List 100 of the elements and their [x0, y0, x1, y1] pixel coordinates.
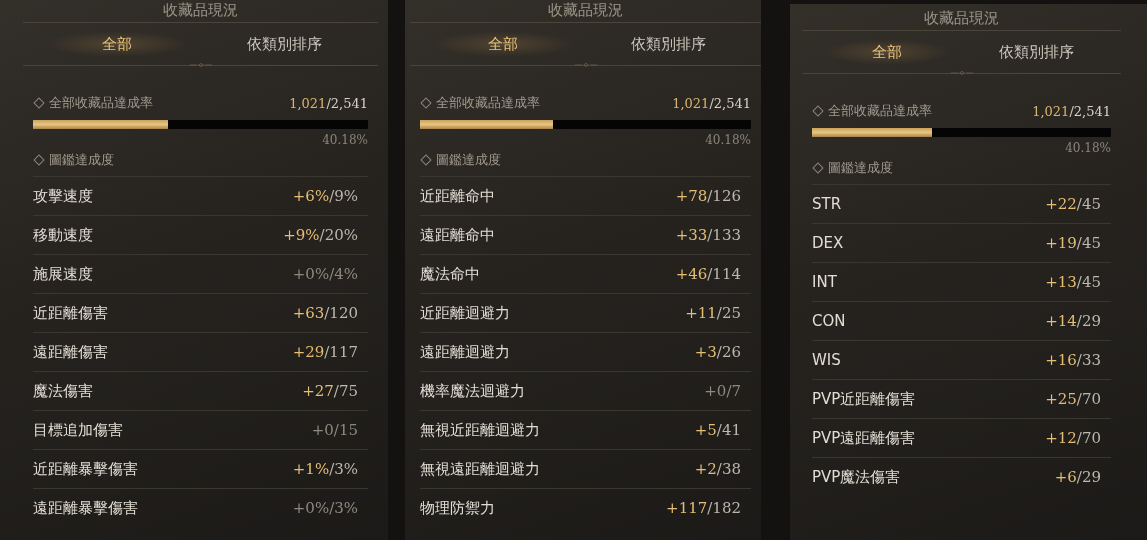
stat-max: /25 [716, 304, 741, 322]
stat-name: 施展速度 [33, 264, 93, 284]
stat-name: 近距離命中 [420, 186, 495, 206]
stat-max: /9% [329, 187, 358, 205]
progress-total: /2,541 [1069, 103, 1111, 119]
stat-max: /4% [329, 265, 358, 283]
tab[interactable]: 依類別排序 [585, 29, 751, 59]
stat-name: STR [812, 195, 842, 213]
stat-max: /29 [1076, 468, 1101, 486]
progress-label: 全部收藏品達成率 [436, 94, 540, 112]
stat-bonus: +46 [675, 265, 708, 283]
stat-max: /70 [1076, 429, 1101, 447]
tab[interactable]: 依類別排序 [200, 29, 368, 59]
ornament-icon [949, 70, 974, 76]
stat-bonus: +5 [694, 421, 717, 439]
stat-name: 移動速度 [33, 225, 93, 245]
stat-name: 物理防禦力 [420, 498, 495, 518]
stat-max: /45 [1076, 234, 1101, 252]
panel-title: 收藏品現況 [410, 0, 761, 23]
stat-max: /182 [707, 499, 741, 517]
stat-bonus: +25 [1045, 390, 1077, 408]
stat-max: /70 [1076, 390, 1101, 408]
stat-name: 近距離暴擊傷害 [33, 459, 138, 479]
stat-name: DEX [812, 234, 844, 252]
stat-bonus: +0% [292, 265, 330, 283]
stat-bonus: +78 [675, 187, 708, 205]
stat-name: 近距離傷害 [33, 303, 108, 323]
stat-name: PVP遠距離傷害 [812, 428, 916, 448]
stat-max: /7 [726, 382, 741, 400]
progress-label: 全部收藏品達成率 [49, 94, 153, 112]
stat-bonus: +22 [1045, 195, 1077, 213]
stat-bonus: +29 [292, 343, 325, 361]
stat-max: /41 [716, 421, 741, 439]
stat-bonus: +9% [283, 226, 320, 244]
section-label: 圖鑑達成度 [436, 151, 501, 169]
stat-max: /26 [716, 343, 741, 361]
stat-name: 魔法傷害 [33, 381, 93, 401]
stat-max: /114 [707, 265, 741, 283]
stat-name: 無視遠距離迴避力 [420, 459, 540, 479]
stat-bonus: +12 [1045, 429, 1077, 447]
ornament-icon [188, 62, 213, 68]
stat-max: /38 [716, 460, 741, 478]
stat-name: INT [812, 273, 837, 291]
stat-max: /29 [1076, 312, 1101, 330]
stat-name: 近距離迴避力 [420, 303, 510, 323]
stat-bonus: +63 [292, 304, 325, 322]
stat-name: 目標追加傷害 [33, 420, 123, 440]
stat-name: 魔法命中 [420, 264, 480, 284]
stat-bonus: +0 [311, 421, 334, 439]
progress-count: 1,021 [672, 95, 710, 111]
stat-max: /20% [319, 226, 358, 244]
stat-bonus: +3 [694, 343, 717, 361]
stat-bonus: +27 [302, 382, 334, 400]
progress-total: /2,541 [709, 95, 751, 111]
stat-bonus: +117 [666, 499, 708, 517]
progress-percent: 40.18% [1065, 141, 1111, 155]
stat-max: /33 [1076, 351, 1101, 369]
stat-max: /117 [324, 343, 358, 361]
tab[interactable]: 依類別排序 [961, 37, 1111, 67]
progress-count: 1,021 [289, 95, 327, 111]
stat-max: /120 [324, 304, 358, 322]
stat-name: 遠距離暴擊傷害 [33, 498, 138, 518]
section-label: 圖鑑達成度 [49, 151, 114, 169]
stat-bonus: +16 [1045, 351, 1077, 369]
stat-max: /126 [707, 187, 741, 205]
stat-name: 遠距離命中 [420, 225, 495, 245]
stat-max: /45 [1076, 273, 1101, 291]
stat-name: 無視近距離迴避力 [420, 420, 540, 440]
stat-name: 攻擊速度 [33, 186, 93, 206]
stat-bonus: +6% [292, 187, 330, 205]
progress-total: /2,541 [326, 95, 368, 111]
stat-bonus: +0 [704, 382, 727, 400]
ornament-icon [573, 62, 598, 68]
stat-bonus: +0% [292, 499, 330, 517]
stat-name: WIS [812, 351, 841, 369]
stat-name: 機率魔法迴避力 [420, 381, 525, 401]
stat-name: PVP魔法傷害 [812, 467, 901, 487]
stat-name: PVP近距離傷害 [812, 389, 916, 409]
section-label: 圖鑑達成度 [828, 159, 893, 177]
stat-bonus: +6 [1054, 468, 1077, 486]
stat-max: /3% [329, 499, 358, 517]
stat-name: CON [812, 312, 846, 330]
stat-bonus: +11 [685, 304, 717, 322]
stat-bonus: +1% [292, 460, 330, 478]
panel-title: 收藏品現況 [23, 0, 378, 23]
progress-count: 1,021 [1032, 103, 1070, 119]
stat-name: 遠距離傷害 [33, 342, 108, 362]
stat-name: 遠距離迴避力 [420, 342, 510, 362]
stat-max: /75 [333, 382, 358, 400]
stat-max: /3% [329, 460, 358, 478]
stat-bonus: +14 [1045, 312, 1077, 330]
stat-bonus: +2 [694, 460, 717, 478]
panel-title: 收藏品現況 [802, 8, 1121, 31]
progress-percent: 40.18% [705, 133, 751, 147]
progress-percent: 40.18% [322, 133, 368, 147]
progress-label: 全部收藏品達成率 [828, 102, 932, 120]
stat-max: /133 [707, 226, 741, 244]
stat-max: /15 [333, 421, 358, 439]
stat-bonus: +19 [1045, 234, 1077, 252]
stat-max: /45 [1076, 195, 1101, 213]
